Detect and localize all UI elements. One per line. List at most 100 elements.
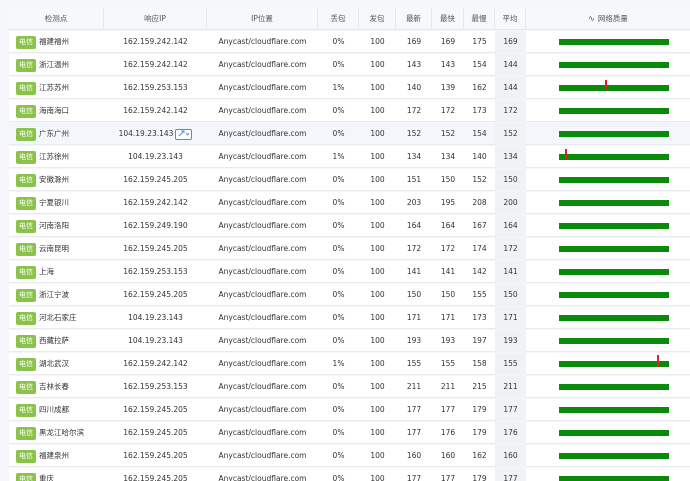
header-loss[interactable]: 丢包	[318, 8, 359, 30]
cell-quality	[526, 468, 690, 481]
cell-last: 177	[406, 405, 422, 414]
cell-quality	[526, 192, 690, 214]
header-geo[interactable]: IP位置	[207, 8, 318, 30]
header-avg[interactable]: 平均	[495, 8, 526, 30]
cell-last: 164	[406, 221, 422, 230]
table-row[interactable]: 电信 西藏拉萨 104.19.23.143 Anycast/cloudflare.co…	[9, 330, 690, 352]
cell-geo: Anycast/cloudflare.com	[218, 428, 307, 437]
table-row[interactable]: 电信 福建福州 162.159.242.142 Anycast/cloudflare.…	[9, 31, 690, 53]
cell-avg: 172	[495, 100, 526, 122]
cell-worst: 158	[472, 359, 487, 368]
ip-address[interactable]: 162.159.245.205	[123, 451, 187, 460]
table-row[interactable]: 电信 福建泉州 162.159.245.205 Anycast/cloudflare.…	[9, 445, 690, 467]
cell-loss: 0%	[332, 221, 345, 230]
table-row[interactable]: 电信 吉林长春 162.159.253.153 Anycast/cloudflare.…	[9, 376, 690, 398]
quality-bar	[559, 246, 669, 252]
table-row[interactable]: 电信 上海 162.159.253.153 Anycast/cloudflare.co…	[9, 261, 690, 283]
quality-bar	[559, 108, 669, 114]
table-row[interactable]: 电信 河北石家庄 104.19.23.143 Anycast/cloudflare.c…	[9, 307, 690, 329]
table-row[interactable]: 电信 黑龙江哈尔滨 162.159.245.205 Anycast/cloudflar…	[9, 422, 690, 444]
ip-address[interactable]: 162.159.242.142	[123, 60, 187, 69]
location-name: 福建福州	[39, 37, 69, 46]
cell-ip: 162.159.245.205	[104, 399, 207, 421]
table-row[interactable]: 电信 河南洛阳 162.159.249.190 Anycast/cloudflare.…	[9, 215, 690, 237]
table-row[interactable]: 电信 浙江宁波 162.159.245.205 Anycast/cloudflare.…	[9, 284, 690, 306]
cell-sent: 100	[370, 405, 385, 414]
header-location[interactable]: 检测点	[9, 8, 104, 30]
cell-sent: 100	[370, 244, 385, 253]
ip-address[interactable]: 162.159.245.205	[123, 290, 187, 299]
cell-location: 电信 云南昆明	[9, 238, 104, 260]
cell-quality	[526, 146, 690, 168]
ip-address[interactable]: 104.19.23.143	[128, 336, 183, 345]
quality-bar	[559, 131, 669, 137]
cell-avg: 177	[495, 468, 526, 481]
cell-quality	[526, 353, 690, 375]
isp-badge: 电信	[16, 104, 36, 118]
cell-last: 143	[406, 60, 422, 69]
isp-badge: 电信	[16, 357, 36, 371]
ip-address[interactable]: 162.159.253.153	[123, 382, 187, 391]
cell-last: 172	[406, 244, 422, 253]
table-row[interactable]: 电信 广东广州 104.19.23.143 Anycast/cloudflare.co…	[9, 123, 690, 145]
table-row[interactable]: 电信 浙江温州 162.159.242.142 Anycast/cloudflare.…	[9, 54, 690, 76]
ip-address[interactable]: 162.159.242.142	[123, 106, 187, 115]
table-row[interactable]: 电信 安徽滁州 162.159.245.205 Anycast/cloudflare.…	[9, 169, 690, 191]
cell-geo: Anycast/cloudflare.com	[218, 336, 307, 345]
table-row[interactable]: 电信 海南海口 162.159.242.142 Anycast/cloudflare.…	[9, 100, 690, 122]
header-best[interactable]: 最快	[432, 8, 464, 30]
cell-geo: Anycast/cloudflare.com	[218, 129, 307, 138]
cell-quality	[526, 284, 690, 306]
table-row[interactable]: 电信 云南昆明 162.159.245.205 Anycast/cloudflare.…	[9, 238, 690, 260]
table-row[interactable]: 电信 江苏徐州 104.19.23.143 Anycast/cloudflare.co…	[9, 146, 690, 168]
location-name: 浙江温州	[39, 60, 69, 69]
cell-quality	[526, 376, 690, 398]
table-row[interactable]: 电信 宁夏银川 162.159.242.142 Anycast/cloudflare.…	[9, 192, 690, 214]
table-row[interactable]: 电信 江苏苏州 162.159.253.153 Anycast/cloudflare.…	[9, 77, 690, 99]
table-row[interactable]: 电信 重庆 162.159.245.205 Anycast/cloudflare.co…	[9, 468, 690, 481]
cell-ip: 162.159.245.205	[104, 422, 207, 444]
table-row[interactable]: 电信 四川成都 162.159.245.205 Anycast/cloudflare.…	[9, 399, 690, 421]
cell-ip: 162.159.245.205	[104, 284, 207, 306]
ip-address[interactable]: 104.19.23.143	[119, 129, 174, 138]
header-last[interactable]: 最新	[396, 8, 432, 30]
ip-address[interactable]: 162.159.253.153	[123, 267, 187, 276]
ip-address[interactable]: 104.19.23.143	[128, 313, 183, 322]
ping-results-table: 检测点 响应IP IP位置 丢包 发包 最新 最快 最慢 平均 ∿ 网络质量 电信…	[0, 0, 690, 481]
ip-address[interactable]: 162.159.245.205	[123, 405, 187, 414]
cell-last: 134	[406, 152, 422, 161]
tool-icon[interactable]	[175, 128, 193, 140]
ip-address[interactable]: 162.159.245.205	[123, 474, 187, 481]
ip-address[interactable]: 162.159.245.205	[123, 244, 187, 253]
ip-address[interactable]: 162.159.242.142	[123, 198, 187, 207]
cell-worst: 154	[472, 129, 487, 138]
header-sent[interactable]: 发包	[359, 8, 396, 30]
header-ip[interactable]: 响应IP	[104, 8, 207, 30]
header-worst[interactable]: 最慢	[464, 8, 495, 30]
ip-address[interactable]: 104.19.23.143	[128, 152, 183, 161]
ip-address[interactable]: 162.159.245.205	[123, 175, 187, 184]
cell-location: 电信 福建泉州	[9, 445, 104, 467]
cell-sent: 100	[370, 451, 385, 460]
table-row[interactable]: 电信 湖北武汉 162.159.242.142 Anycast/cloudflare.…	[9, 353, 690, 375]
cell-last: 152	[406, 129, 422, 138]
cell-worst: 179	[472, 428, 487, 437]
cell-best: 150	[440, 290, 456, 299]
cell-avg: 193	[495, 330, 526, 352]
cell-sent: 100	[370, 267, 385, 276]
header-quality[interactable]: ∿ 网络质量	[526, 8, 690, 30]
cell-last: 141	[406, 267, 422, 276]
ip-address[interactable]: 162.159.249.190	[123, 221, 187, 230]
cell-ip: 162.159.242.142	[104, 100, 207, 122]
ip-address[interactable]: 162.159.242.142	[123, 359, 187, 368]
isp-badge: 电信	[16, 242, 36, 256]
ip-address[interactable]: 162.159.245.205	[123, 428, 187, 437]
location-name: 云南昆明	[39, 244, 69, 253]
cell-best: 177	[440, 405, 456, 414]
cell-geo: Anycast/cloudflare.com	[218, 382, 307, 391]
ip-address[interactable]: 162.159.242.142	[123, 37, 187, 46]
pulse-icon: ∿	[588, 14, 595, 23]
ip-address[interactable]: 162.159.253.153	[123, 83, 187, 92]
cell-quality	[526, 399, 690, 421]
cell-location: 电信 四川成都	[9, 399, 104, 421]
